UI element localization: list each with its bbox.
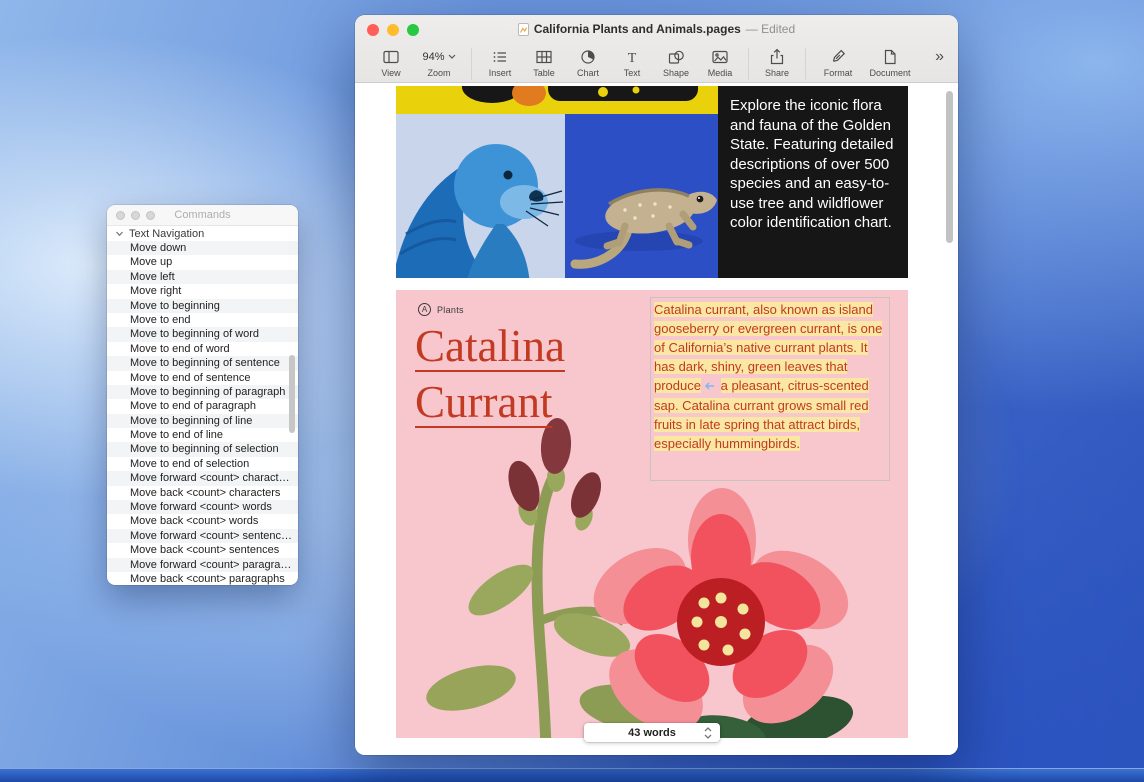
chevron-down-icon <box>448 54 456 59</box>
fullscreen-button[interactable] <box>407 24 419 36</box>
command-item[interactable]: Move to beginning of selection <box>107 442 298 456</box>
intro-text-box[interactable]: Explore the iconic flora and fauna of th… <box>718 86 908 278</box>
desktop-wallpaper: Commands Text Navigation Move down Move … <box>0 0 1144 782</box>
command-item[interactable]: Move to end of paragraph <box>107 399 298 413</box>
section-badge: A <box>418 303 431 316</box>
commands-traffic-lights <box>116 211 155 220</box>
edited-badge: — Edited <box>746 22 795 36</box>
document-icon <box>880 46 900 67</box>
text-icon: T <box>622 46 642 67</box>
toolbar-zoom-button[interactable]: 94% Zoom <box>413 46 465 78</box>
commands-scrollbar[interactable] <box>289 355 295 433</box>
toolbar-shape-button[interactable]: Shape <box>654 46 698 78</box>
commands-section-header[interactable]: Text Navigation <box>107 226 298 241</box>
toolbar-table-button[interactable]: Table <box>522 46 566 78</box>
chart-icon <box>578 46 598 67</box>
media-icon <box>710 46 730 67</box>
share-icon <box>767 46 787 67</box>
command-item[interactable]: Move to beginning <box>107 299 298 313</box>
lizard-illustration[interactable] <box>565 114 718 278</box>
chevron-down-icon <box>115 231 124 237</box>
zoom-value: 94% <box>422 46 455 67</box>
command-item[interactable]: Move to beginning of line <box>107 414 298 428</box>
command-item[interactable]: Move to end <box>107 313 298 327</box>
command-item[interactable]: Move right <box>107 284 298 298</box>
toolbar-document-button[interactable]: Document <box>864 46 916 78</box>
window-header: California Plants and Animals.pages — Ed… <box>355 15 958 83</box>
plants-page-section: A Plants Catalina Currant Catalina curra… <box>396 290 908 738</box>
toolbar-overflow-button[interactable]: » <box>933 46 946 68</box>
command-item[interactable]: Move to beginning of paragraph <box>107 385 298 399</box>
commands-list: Text Navigation Move down Move up Move l… <box>107 226 298 585</box>
body-text-frame[interactable]: Catalina currant, also known as island g… <box>650 297 890 481</box>
command-item[interactable]: Move forward <count> charact… <box>107 471 298 485</box>
word-count-badge[interactable]: 43 words <box>584 723 720 742</box>
svg-text:T: T <box>628 51 637 66</box>
command-item[interactable]: Move forward <count> words <box>107 500 298 514</box>
command-item[interactable]: Move down <box>107 241 298 255</box>
toolbar-share-button[interactable]: Share <box>755 46 799 78</box>
command-item[interactable]: Move up <box>107 255 298 269</box>
command-item[interactable]: Move to end of sentence <box>107 371 298 385</box>
view-sidebar-icon <box>381 46 401 67</box>
traffic-lights <box>367 24 419 36</box>
toolbar-divider <box>805 48 806 80</box>
format-brush-icon <box>828 46 848 67</box>
command-item[interactable]: Move forward <count> sentenc… <box>107 529 298 543</box>
toolbar-media-button[interactable]: Media <box>698 46 742 78</box>
text-cursor-icon <box>703 377 715 396</box>
command-item[interactable]: Move to end of selection <box>107 457 298 471</box>
command-item[interactable]: Move to beginning of sentence <box>107 356 298 370</box>
toolbar-divider <box>471 48 472 80</box>
close-button[interactable] <box>367 24 379 36</box>
pages-window: California Plants and Animals.pages — Ed… <box>355 15 958 755</box>
window-title: California Plants and Animals.pages — Ed… <box>435 15 878 43</box>
toolbar: View 94% Zoom Insert <box>355 43 958 83</box>
commands-titlebar: Commands <box>107 205 298 226</box>
command-item[interactable]: Move back <count> sentences <box>107 543 298 557</box>
fullscreen-button[interactable] <box>146 211 155 220</box>
commands-window: Commands Text Navigation Move down Move … <box>107 205 298 585</box>
wallpaper-horizon <box>0 768 1144 782</box>
table-icon <box>534 46 554 67</box>
command-item[interactable]: Move back <count> paragraphs <box>107 572 298 585</box>
toolbar-chart-button[interactable]: Chart <box>566 46 610 78</box>
intro-text: Explore the iconic flora and fauna of th… <box>730 96 896 233</box>
section-label[interactable]: A Plants <box>418 303 464 316</box>
command-item[interactable]: Move back <count> characters <box>107 486 298 500</box>
toolbar-format-button[interactable]: Format <box>812 46 864 78</box>
word-count-stepper-icon <box>703 726 713 740</box>
command-item[interactable]: Move left <box>107 270 298 284</box>
minimize-button[interactable] <box>387 24 399 36</box>
seal-illustration[interactable] <box>396 114 565 278</box>
document-heading[interactable]: Catalina Currant <box>415 318 565 430</box>
command-item[interactable]: Move to end of line <box>107 428 298 442</box>
command-item[interactable]: Move to beginning of word <box>107 327 298 341</box>
word-count-text: 43 words <box>628 727 676 739</box>
command-item[interactable]: Move forward <count> paragra… <box>107 558 298 572</box>
command-item[interactable]: Move to end of word <box>107 342 298 356</box>
toolbar-insert-button[interactable]: Insert <box>478 46 522 78</box>
section-label-text: Plants <box>437 305 464 315</box>
minimize-button[interactable] <box>131 211 140 220</box>
insert-icon <box>490 46 510 67</box>
header-image-strip[interactable] <box>396 86 718 114</box>
document-title: California Plants and Animals.pages <box>534 22 741 36</box>
document-scrollbar[interactable] <box>946 91 953 243</box>
document-canvas: Explore the iconic flora and fauna of th… <box>355 84 958 755</box>
toolbar-text-button[interactable]: T Text <box>610 46 654 78</box>
pages-document-icon <box>518 23 529 36</box>
close-button[interactable] <box>116 211 125 220</box>
shape-icon <box>666 46 686 67</box>
command-item[interactable]: Move back <count> words <box>107 514 298 528</box>
toolbar-view-button[interactable]: View <box>369 46 413 78</box>
section-title: Text Navigation <box>129 228 204 240</box>
toolbar-divider <box>748 48 749 80</box>
